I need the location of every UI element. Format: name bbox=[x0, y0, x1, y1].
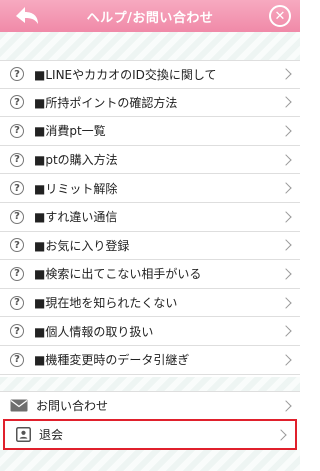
chevron-right-icon bbox=[280, 399, 292, 412]
chevron-right-icon bbox=[280, 325, 292, 337]
question-icon: ? bbox=[10, 67, 24, 82]
chevron-right-icon bbox=[280, 68, 292, 80]
faq-item-search-missing[interactable]: ? ■検索に出てこない相手がいる bbox=[0, 260, 300, 289]
faq-item-label: ■機種変更時のデータ引継ぎ bbox=[34, 353, 190, 368]
chevron-right-icon bbox=[280, 153, 292, 166]
question-icon: ? bbox=[10, 295, 24, 310]
question-icon: ? bbox=[10, 352, 24, 367]
faq-item-limit-release[interactable]: ? ■リミット解除 bbox=[0, 174, 300, 203]
page-title: ヘルプ/お問い合わせ bbox=[86, 10, 214, 26]
stripe-divider-middle bbox=[0, 377, 300, 391]
member-card-icon bbox=[16, 427, 31, 442]
question-icon: ? bbox=[10, 123, 24, 138]
chevron-right-icon bbox=[280, 182, 292, 194]
chevron-right-icon bbox=[275, 428, 287, 441]
faq-item-device-transfer[interactable]: ? ■機種変更時のデータ引継ぎ bbox=[0, 345, 300, 375]
contact-label: お問い合わせ bbox=[36, 399, 109, 413]
chevron-right-icon bbox=[280, 354, 292, 366]
bottom-menu: お問い合わせ 退会 bbox=[0, 391, 300, 450]
stripe-divider-bottom bbox=[0, 450, 300, 471]
close-button[interactable]: ✕ bbox=[269, 5, 291, 27]
faq-item-label: ■すれ違い通信 bbox=[34, 210, 118, 225]
chevron-right-icon bbox=[280, 96, 292, 109]
faq-item-points-check[interactable]: ? ■所持ポイントの確認方法 bbox=[0, 88, 300, 118]
question-icon: ? bbox=[10, 152, 24, 167]
faq-item-label: ■LINEやカカオのID交換に関して bbox=[34, 67, 217, 82]
faq-item-label: ■所持ポイントの確認方法 bbox=[34, 95, 178, 110]
withdraw-label: 退会 bbox=[39, 428, 64, 442]
faq-item-label: ■個人情報の取り扱い bbox=[34, 324, 154, 339]
faq-item-label: ■検索に出てこない相手がいる bbox=[34, 267, 202, 282]
chevron-right-icon bbox=[280, 211, 292, 223]
faq-list: ? ■LINEやカカオのID交換に関して ? ■所持ポイントの確認方法 ? ■消… bbox=[0, 60, 300, 375]
question-icon: ? bbox=[10, 324, 24, 339]
question-icon: ? bbox=[10, 209, 24, 224]
mail-icon bbox=[10, 399, 28, 412]
faq-item-pt-consumption[interactable]: ? ■消費pt一覧 bbox=[0, 117, 300, 146]
faq-item-label: ■ptの購入方法 bbox=[34, 153, 118, 168]
chevron-right-icon bbox=[280, 296, 292, 309]
question-icon: ? bbox=[10, 181, 24, 196]
faq-item-label: ■リミット解除 bbox=[34, 181, 118, 196]
back-arrow-icon bbox=[16, 7, 38, 24]
contact-row[interactable]: お問い合わせ bbox=[0, 391, 300, 419]
question-icon: ? bbox=[10, 266, 24, 281]
faq-item-favorites[interactable]: ? ■お気に入り登録 bbox=[0, 231, 300, 261]
header-bar: ヘルプ/お問い合わせ ✕ bbox=[0, 0, 300, 32]
chevron-right-icon bbox=[280, 239, 292, 252]
faq-item-label: ■現在地を知られたくない bbox=[34, 296, 178, 311]
chevron-right-icon bbox=[280, 125, 292, 137]
stripe-divider-top bbox=[0, 32, 300, 60]
withdraw-row[interactable]: 退会 bbox=[3, 419, 297, 450]
faq-item-line-kakao[interactable]: ? ■LINEやカカオのID交換に関して bbox=[0, 60, 300, 89]
back-button[interactable] bbox=[12, 3, 42, 29]
faq-item-passing-comm[interactable]: ? ■すれ違い通信 bbox=[0, 202, 300, 232]
chevron-right-icon bbox=[280, 268, 292, 280]
faq-item-pt-purchase[interactable]: ? ■ptの購入方法 bbox=[0, 145, 300, 175]
question-icon: ? bbox=[10, 238, 24, 253]
faq-item-label: ■お気に入り登録 bbox=[34, 238, 130, 253]
faq-item-hide-location[interactable]: ? ■現在地を知られたくない bbox=[0, 288, 300, 318]
faq-item-label: ■消費pt一覧 bbox=[34, 124, 106, 139]
question-icon: ? bbox=[10, 95, 24, 110]
faq-item-privacy[interactable]: ? ■個人情報の取り扱い bbox=[0, 317, 300, 346]
close-icon: ✕ bbox=[274, 8, 286, 24]
